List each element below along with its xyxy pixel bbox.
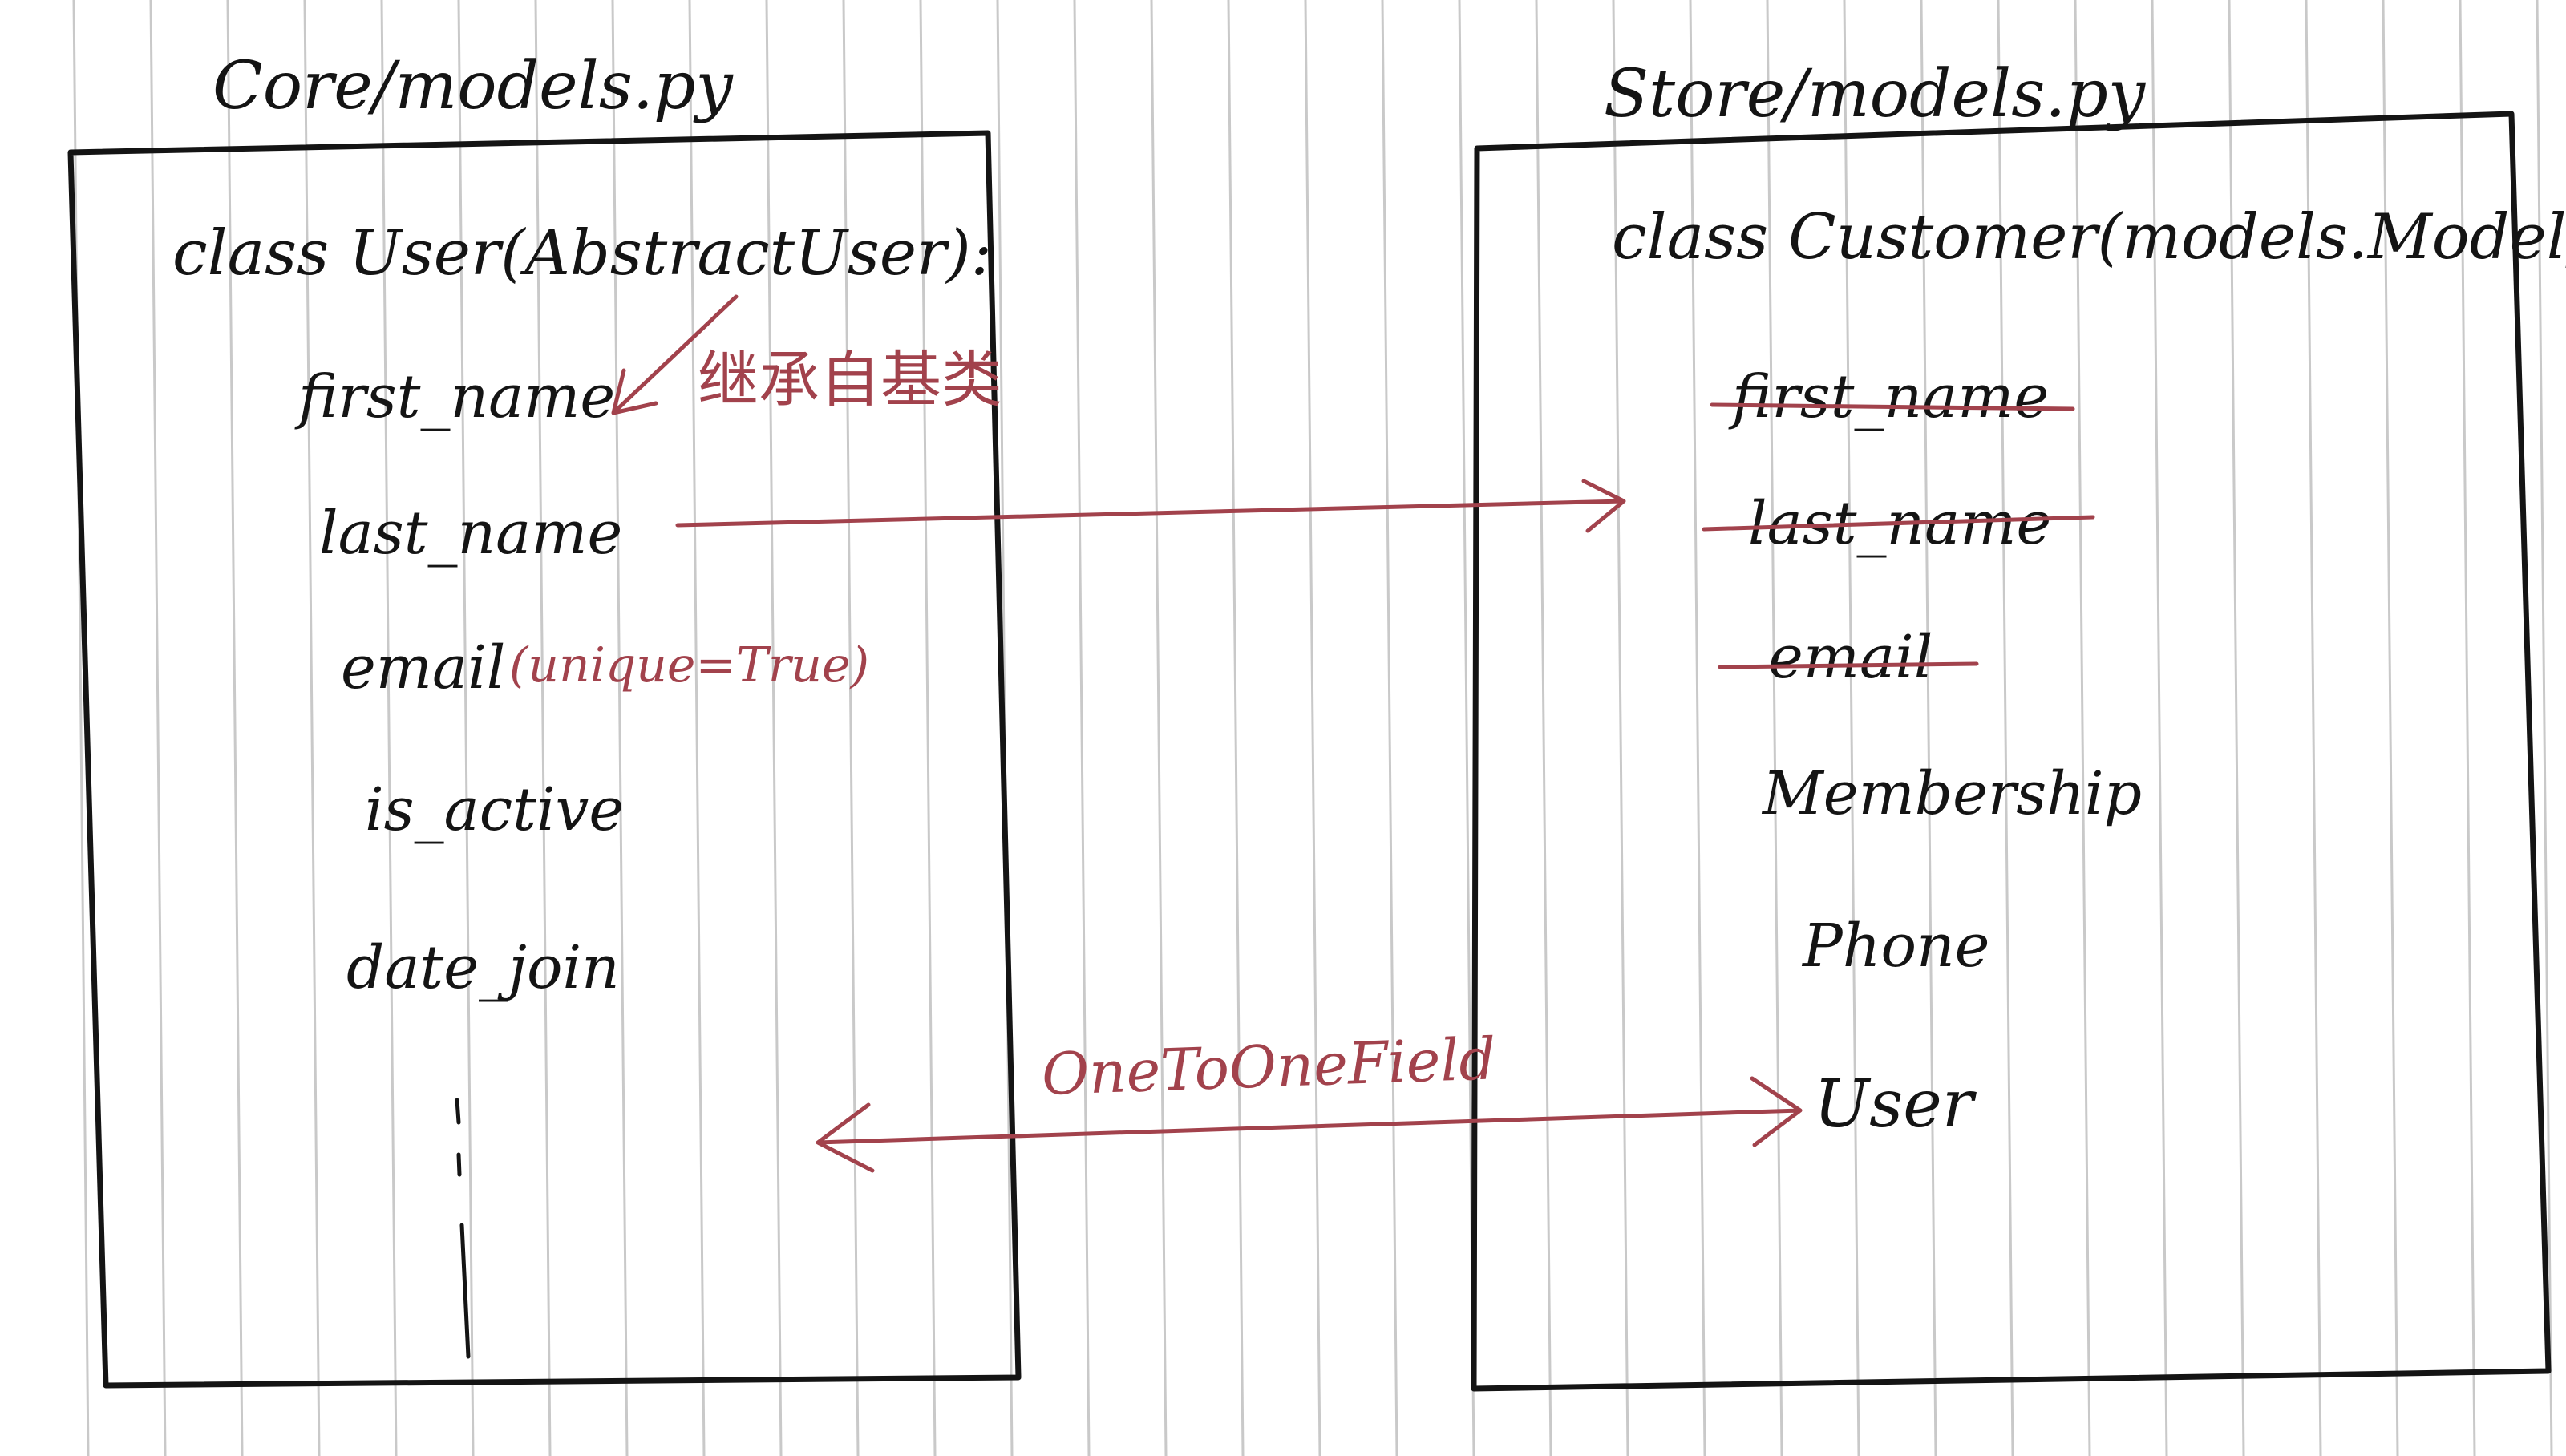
last-name-arrow: [675, 479, 1626, 533]
left-field-date-join: date_join: [346, 933, 620, 1002]
ruled-line: [1227, 0, 1245, 1456]
ruled-line: [1073, 0, 1091, 1456]
left-field-email-note: (unique=True): [509, 637, 869, 694]
left-field-is-active: is_active: [365, 775, 624, 844]
ruled-line: [1304, 0, 1321, 1456]
left-class-declaration: class User(AbstractUser):: [172, 217, 992, 289]
left-field-last-name: last_name: [319, 499, 622, 568]
right-field-phone: Phone: [1801, 912, 1989, 981]
right-field-email: email: [1768, 623, 1933, 692]
ruled-line: [1150, 0, 1168, 1456]
right-file-title: Store/models.py: [1604, 56, 2147, 132]
left-ellipsis-text: ⋮: [0, 0, 1, 1]
left-file-title: Core/models.py: [212, 48, 734, 124]
ruled-line: [1535, 0, 1552, 1456]
left-field-email: email: [341, 633, 505, 702]
right-field-user: User: [1814, 1066, 1977, 1143]
one-to-one-label: OneToOneField: [1041, 1025, 1497, 1108]
ruled-line: [149, 0, 167, 1456]
left-ellipsis-mark: [455, 1098, 471, 1359]
right-field-membership: Membership: [1761, 759, 2142, 828]
inherited-note: 继承自基类: [698, 344, 1002, 415]
right-field-first-name: first_name: [1728, 362, 2049, 431]
left-class-box: [67, 130, 1022, 1389]
left-field-first-name: first_name: [294, 362, 615, 431]
ruled-line: [1381, 0, 1398, 1456]
notebook-page: Core/models.py Store/models.py class Use…: [0, 0, 2566, 1456]
right-class-declaration: class Customer(models.Model):: [1612, 201, 2566, 273]
right-field-email-strike: [1718, 661, 1979, 669]
